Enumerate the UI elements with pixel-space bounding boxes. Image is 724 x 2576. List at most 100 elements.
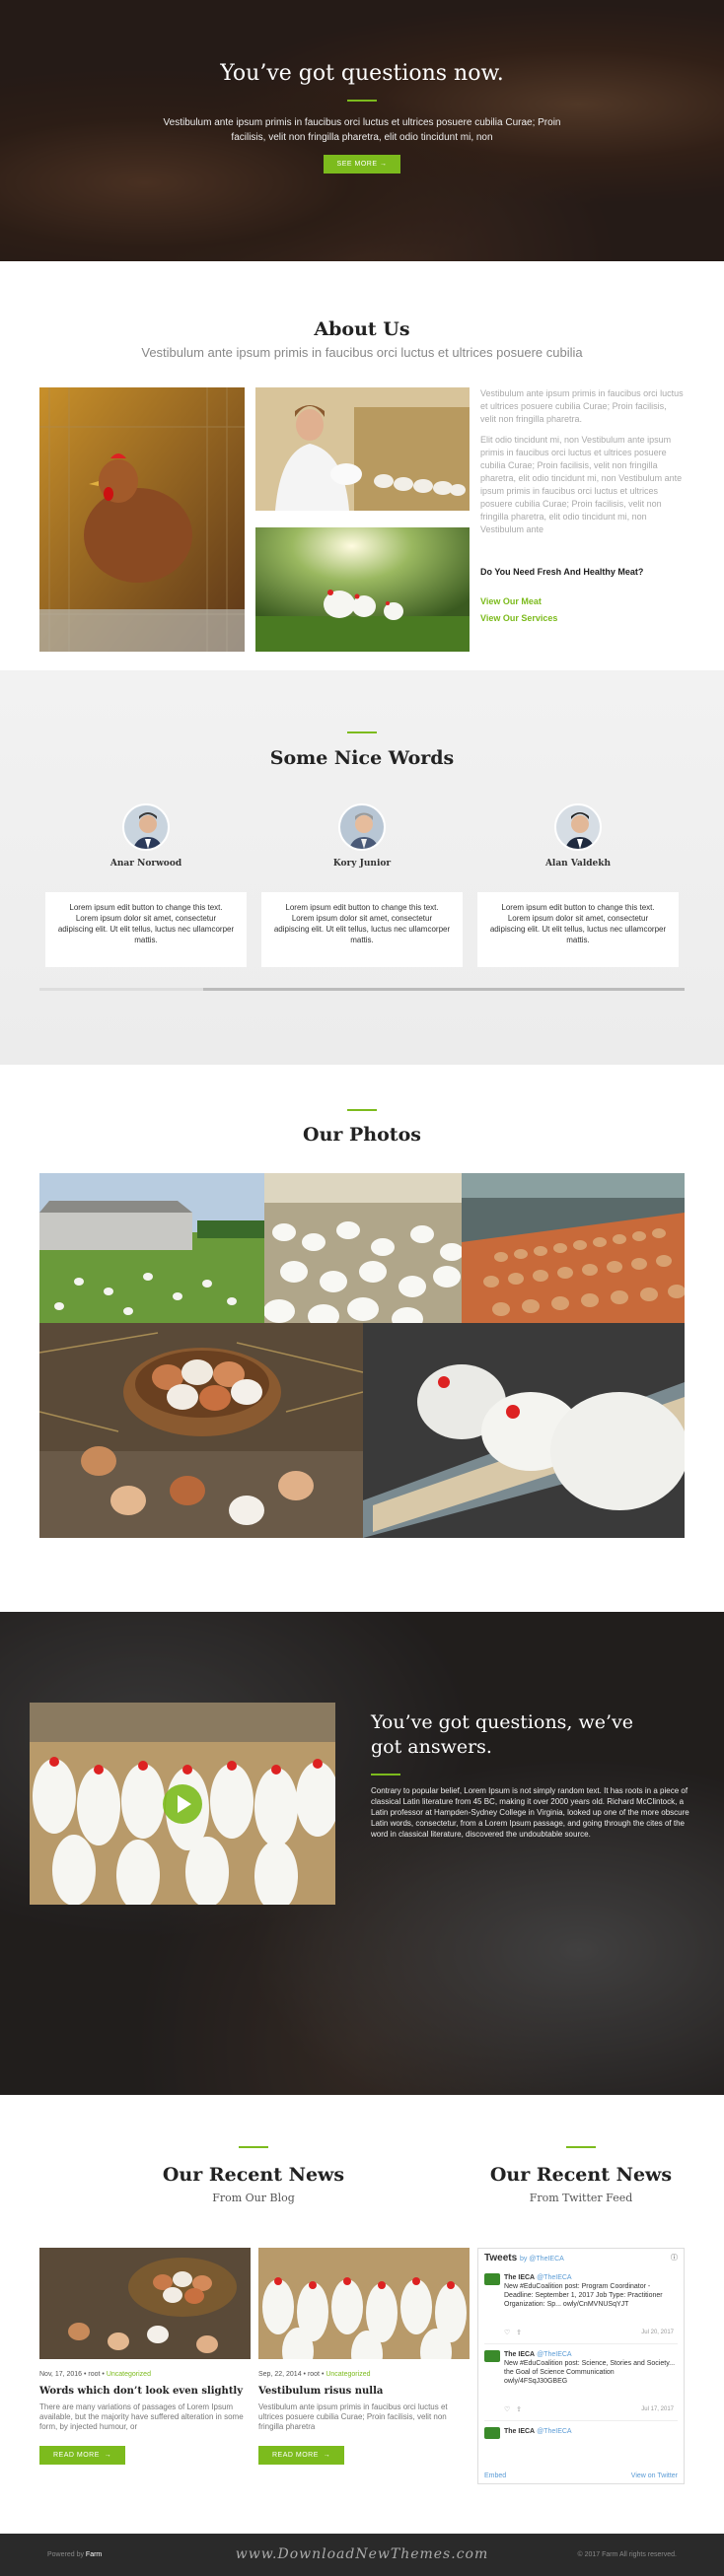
testimonial-card: Anar Norwood Lorem ipsum edit button to … xyxy=(45,803,247,967)
farm-field-photo[interactable] xyxy=(39,1173,264,1323)
tweets-label: Tweets xyxy=(484,2253,518,2263)
video-thumbnail[interactable] xyxy=(30,1703,335,1905)
view-our-meat-link[interactable]: View Our Meat xyxy=(480,596,542,606)
tweet: The IECA @TheIECA xyxy=(484,2427,678,2441)
testimonial-text: Lorem ipsum edit button to change this t… xyxy=(477,892,679,967)
view-on-twitter-link[interactable]: View on Twitter xyxy=(631,2472,678,2479)
video-text: Contrary to popular belief, Lorem Ipsum … xyxy=(371,1786,689,1839)
about-question: Do You Need Fresh And Healthy Meat? xyxy=(480,567,644,577)
hero-title: You’ve got questions now. xyxy=(220,61,504,86)
arrow-right-icon: → xyxy=(323,2452,331,2459)
post-category[interactable]: Uncategorized xyxy=(326,2371,370,2378)
tweet: The IECA @TheIECA New #EduCoalition post… xyxy=(484,2273,678,2344)
tweet-text: New #EduCoalition post: Science, Stories… xyxy=(504,2360,676,2385)
post-date: Nov, 17, 2016 xyxy=(39,2371,83,2378)
avatar xyxy=(122,803,170,851)
about-section: About Us Vestibulum ante ipsum primis in… xyxy=(0,261,724,670)
tweet-author[interactable]: The IECA xyxy=(504,2274,535,2281)
about-paragraph-2: Elit odio tincidunt mi, non Vestibulum a… xyxy=(480,435,683,534)
photos-section: Our Photos xyxy=(0,1065,724,1612)
blog-post-image[interactable] xyxy=(39,2248,251,2359)
scientist-with-chicken-image xyxy=(255,387,470,511)
heart-icon[interactable]: ♡ ⇪ xyxy=(504,2329,522,2337)
tweet-handle[interactable]: @TheIECA xyxy=(537,2428,572,2435)
blog-post: Sep, 22, 2014 • root • Uncategorized Ves… xyxy=(258,2248,470,2465)
heart-icon[interactable]: ♡ ⇪ xyxy=(504,2405,522,2414)
ieca-logo-icon xyxy=(484,2273,500,2285)
tweet-handle[interactable]: @TheIECA xyxy=(537,2351,572,2358)
play-icon[interactable] xyxy=(163,1783,202,1824)
see-more-button[interactable]: SEE MORE → xyxy=(323,155,401,174)
post-author[interactable]: root xyxy=(88,2371,100,2378)
eggs-in-basket-photo[interactable] xyxy=(39,1323,363,1538)
read-more-label: READ MORE xyxy=(53,2452,100,2459)
twitter-heading: Our Recent News From Twitter Feed xyxy=(477,2146,685,2204)
twitter-title: Our Recent News xyxy=(489,2164,673,2186)
video-section: You’ve got questions, we’ve got answers.… xyxy=(0,1612,724,2095)
hero-text: Vestibulum ante ipsum primis in faucibus… xyxy=(163,117,561,143)
about-paragraph-1: Vestibulum ante ipsum primis in faucibus… xyxy=(480,388,684,424)
news-section: Our Recent News From Our Blog Our Recent… xyxy=(0,2095,724,2534)
photos-divider xyxy=(347,1109,377,1111)
testimonial-name: Kory Junior xyxy=(332,859,392,869)
tweet-author[interactable]: The IECA xyxy=(504,2428,535,2435)
testimonial-scrollbar[interactable] xyxy=(39,988,685,991)
about-text: Vestibulum ante ipsum primis in faucibus… xyxy=(480,387,685,544)
hero-divider xyxy=(347,100,377,102)
about-title: About Us xyxy=(314,318,410,340)
info-icon[interactable]: ⓘ xyxy=(671,2253,678,2263)
testimonial-card: Alan Valdekh Lorem ipsum edit button to … xyxy=(477,803,679,967)
tweet-author[interactable]: The IECA xyxy=(504,2351,535,2358)
post-excerpt: There are many variations of passages of… xyxy=(39,2402,244,2431)
blog-post: Nov, 17, 2016 • root • Uncategorized Wor… xyxy=(39,2248,251,2465)
testimonial-text: Lorem ipsum edit button to change this t… xyxy=(261,892,463,967)
twitter-divider xyxy=(566,2146,596,2148)
post-title[interactable]: Vestibulum risus nulla xyxy=(258,2386,470,2397)
white-chickens-meadow-image xyxy=(255,527,470,652)
about-subtitle: Vestibulum ante ipsum primis in faucibus… xyxy=(141,345,583,360)
read-more-button[interactable]: READ MORE → xyxy=(258,2446,345,2465)
post-meta: Sep, 22, 2014 • root • Uncategorized xyxy=(258,2371,371,2378)
testimonial-name: Alan Valdekh xyxy=(544,859,612,869)
video-title: You’ve got questions, we’ve got answers. xyxy=(371,1711,634,1758)
video-divider xyxy=(371,1774,400,1775)
tweet: The IECA @TheIECA New #EduCoalition post… xyxy=(484,2350,678,2421)
twitter-feed-footer: Embed View on Twitter xyxy=(484,2472,678,2479)
post-category[interactable]: Uncategorized xyxy=(107,2371,151,2378)
testimonial-card: Kory Junior Lorem ipsum edit button to c… xyxy=(261,803,463,967)
post-title[interactable]: Words which don’t look even slightly xyxy=(39,2386,251,2397)
testimonial-text: Lorem ipsum edit button to change this t… xyxy=(45,892,247,967)
twitter-subtitle: From Twitter Feed xyxy=(529,2192,633,2204)
tweet-text: New #EduCoalition post: Program Coordina… xyxy=(504,2283,663,2308)
arrow-right-icon: → xyxy=(379,161,388,168)
post-excerpt: Vestibulum ante ipsum primis in faucibus… xyxy=(258,2402,448,2431)
view-our-services-link[interactable]: View Our Services xyxy=(480,613,557,623)
post-author[interactable]: root xyxy=(308,2371,320,2378)
read-more-button[interactable]: READ MORE → xyxy=(39,2446,126,2465)
post-date: Sep, 22, 2014 xyxy=(258,2371,302,2378)
scrollbar-thumb[interactable] xyxy=(203,988,685,991)
embed-link[interactable]: Embed xyxy=(484,2472,506,2479)
tweets-by[interactable]: by @TheIECA xyxy=(520,2256,564,2263)
read-more-label: READ MORE xyxy=(272,2452,319,2459)
blog-heading: Our Recent News From Our Blog xyxy=(39,2146,468,2204)
avatar xyxy=(554,803,602,851)
copyright: © 2017 Farm All rights reserved. xyxy=(577,2551,677,2558)
tweet-date[interactable]: Jul 20, 2017 xyxy=(641,2329,674,2337)
chicken-barn-photo[interactable] xyxy=(264,1173,462,1323)
arrow-right-icon: → xyxy=(104,2452,112,2459)
testimonials-divider xyxy=(347,731,377,733)
blog-title: Our Recent News xyxy=(162,2164,345,2186)
blog-post-image[interactable] xyxy=(258,2248,470,2359)
testimonial-name: Anar Norwood xyxy=(109,859,182,869)
hero-section: You’ve got questions now. Vestibulum ant… xyxy=(0,0,724,261)
eggs-conveyor-photo[interactable] xyxy=(462,1173,685,1323)
ieca-logo-icon xyxy=(484,2427,500,2439)
tweet-handle[interactable]: @TheIECA xyxy=(537,2274,572,2281)
tweet-date[interactable]: Jul 17, 2017 xyxy=(641,2405,674,2414)
see-more-label: SEE MORE xyxy=(336,161,378,168)
avatar xyxy=(338,803,386,851)
chickens-feeding-photo[interactable] xyxy=(363,1323,685,1538)
testimonials-title: Some Nice Words xyxy=(269,747,455,769)
twitter-feed[interactable]: Tweets by @TheIECA ⓘ The IECA @TheIECA N… xyxy=(477,2248,685,2484)
